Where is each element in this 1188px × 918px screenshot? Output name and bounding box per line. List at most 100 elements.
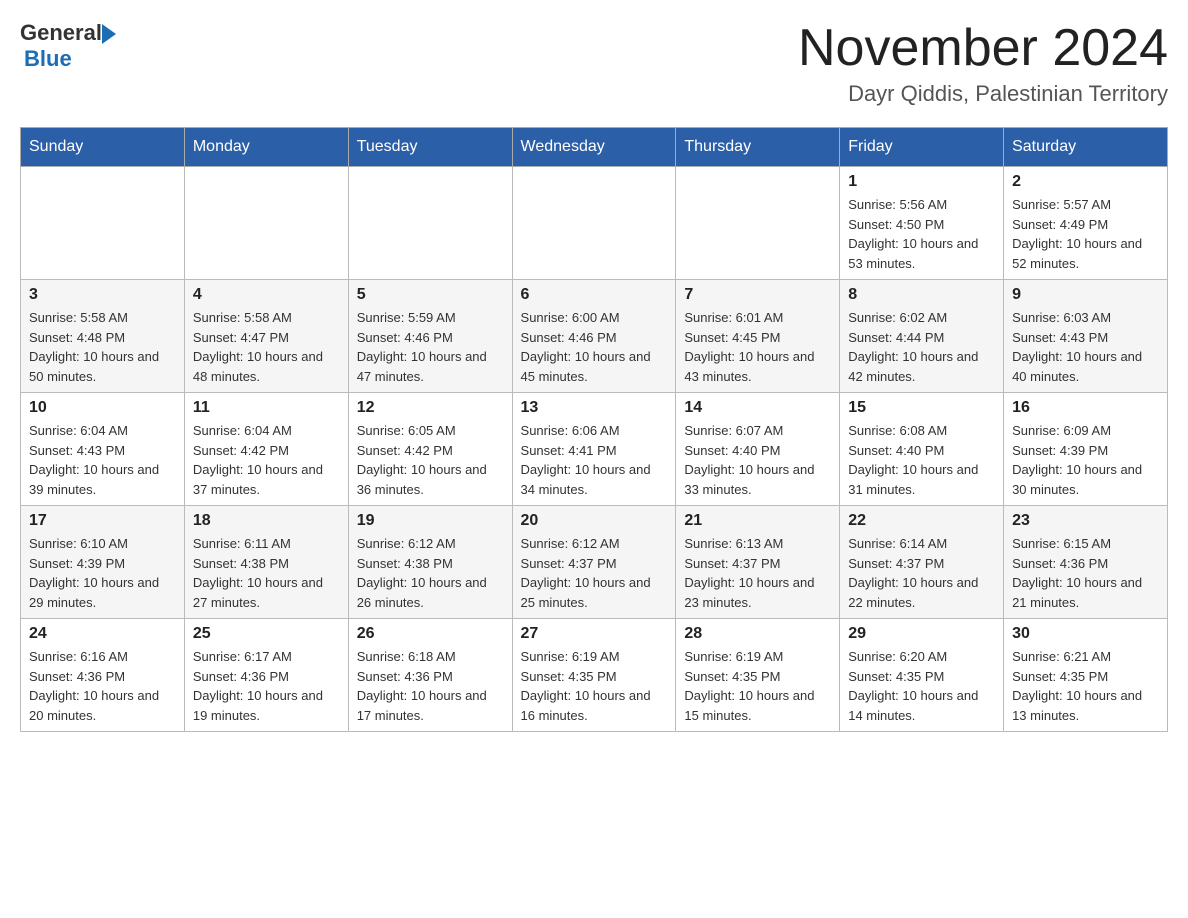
calendar-cell: 2 Sunrise: 5:57 AMSunset: 4:49 PMDaylight… [1004,167,1168,280]
calendar-cell: 9 Sunrise: 6:03 AMSunset: 4:43 PMDaylight… [1004,280,1168,393]
weekday-header-thursday: Thursday [676,128,840,167]
day-info: Sunrise: 6:12 AMSunset: 4:37 PMDaylight:… [521,534,668,612]
calendar-cell: 28Sunrise: 6:19 AMSunset: 4:35 PMDayligh… [676,619,840,732]
calendar-cell: 15Sunrise: 6:08 AMSunset: 4:40 PMDayligh… [840,393,1004,506]
day-number: 11 [193,399,340,417]
day-number: 25 [193,625,340,643]
calendar-cell: 6Sunrise: 6:00 AMSunset: 4:46 PMDaylight… [512,280,676,393]
day-number: 22 [848,512,995,530]
day-info: Sunrise: 6:00 AMSunset: 4:46 PMDaylight:… [521,308,668,386]
logo-general-text: General [20,20,102,46]
day-number: 19 [357,512,504,530]
day-info: Sunrise: 6:05 AMSunset: 4:42 PMDaylight:… [357,421,504,499]
day-number: 30 [1012,625,1159,643]
calendar-cell: 27Sunrise: 6:19 AMSunset: 4:35 PMDayligh… [512,619,676,732]
day-info: Sunrise: 6:04 AMSunset: 4:42 PMDaylight:… [193,421,340,499]
calendar-table: SundayMondayTuesdayWednesdayThursdayFrid… [20,127,1168,732]
calendar-cell: 21 Sunrise: 6:13 AMSunset: 4:37 PMDayligh… [676,506,840,619]
calendar-cell: 12 Sunrise: 6:05 AMSunset: 4:42 PMDayligh… [348,393,512,506]
calendar-cell: 19 Sunrise: 6:12 AMSunset: 4:38 PMDayligh… [348,506,512,619]
day-info: Sunrise: 5:56 AMSunset: 4:50 PMDaylight:… [848,195,995,273]
day-number: 13 [521,399,668,417]
day-number: 26 [357,625,504,643]
day-number: 21 [684,512,831,530]
day-number: 10 [29,399,176,417]
calendar-cell: 23 Sunrise: 6:15 AMSunset: 4:36 PMDayligh… [1004,506,1168,619]
calendar-cell: 26 Sunrise: 6:18 AMSunset: 4:36 PMDayligh… [348,619,512,732]
calendar-cell [676,167,840,280]
location-subtitle: Dayr Qiddis, Palestinian Territory [798,81,1168,107]
day-number: 9 [1012,286,1159,304]
logo-arrow-icon [102,24,116,44]
day-info: Sunrise: 6:10 AMSunset: 4:39 PMDaylight:… [29,534,176,612]
calendar-cell: 30 Sunrise: 6:21 AMSunset: 4:35 PMDayligh… [1004,619,1168,732]
day-number: 7 [684,286,831,304]
logo: General Blue [20,20,116,72]
day-number: 4 [193,286,340,304]
day-number: 18 [193,512,340,530]
day-info: Sunrise: 6:18 AMSunset: 4:36 PMDaylight:… [357,647,504,725]
calendar-week-row: 1Sunrise: 5:56 AMSunset: 4:50 PMDaylight… [21,167,1168,280]
calendar-cell: 14Sunrise: 6:07 AMSunset: 4:40 PMDayligh… [676,393,840,506]
day-info: Sunrise: 6:19 AMSunset: 4:35 PMDaylight:… [521,647,668,725]
calendar-cell: 1Sunrise: 5:56 AMSunset: 4:50 PMDaylight… [840,167,1004,280]
day-info: Sunrise: 6:02 AMSunset: 4:44 PMDaylight:… [848,308,995,386]
month-title: November 2024 [798,20,1168,77]
calendar-cell [348,167,512,280]
calendar-cell [512,167,676,280]
calendar-cell: 17Sunrise: 6:10 AMSunset: 4:39 PMDayligh… [21,506,185,619]
calendar-cell: 24Sunrise: 6:16 AMSunset: 4:36 PMDayligh… [21,619,185,732]
day-info: Sunrise: 5:58 AMSunset: 4:48 PMDaylight:… [29,308,176,386]
day-info: Sunrise: 6:03 AMSunset: 4:43 PMDaylight:… [1012,308,1159,386]
logo-blue-text: Blue [24,46,72,71]
weekday-header-saturday: Saturday [1004,128,1168,167]
calendar-cell: 7 Sunrise: 6:01 AMSunset: 4:45 PMDaylight… [676,280,840,393]
day-info: Sunrise: 5:57 AMSunset: 4:49 PMDaylight:… [1012,195,1159,273]
calendar-cell: 3 Sunrise: 5:58 AMSunset: 4:48 PMDaylight… [21,280,185,393]
calendar-week-row: 24Sunrise: 6:16 AMSunset: 4:36 PMDayligh… [21,619,1168,732]
calendar-cell: 22 Sunrise: 6:14 AMSunset: 4:37 PMDayligh… [840,506,1004,619]
calendar-cell [184,167,348,280]
day-number: 16 [1012,399,1159,417]
day-info: Sunrise: 6:16 AMSunset: 4:36 PMDaylight:… [29,647,176,725]
day-info: Sunrise: 6:21 AMSunset: 4:35 PMDaylight:… [1012,647,1159,725]
day-number: 3 [29,286,176,304]
title-section: November 2024 Dayr Qiddis, Palestinian T… [798,20,1168,107]
calendar-cell: 13 Sunrise: 6:06 AMSunset: 4:41 PMDayligh… [512,393,676,506]
day-info: Sunrise: 6:04 AMSunset: 4:43 PMDaylight:… [29,421,176,499]
day-info: Sunrise: 6:09 AMSunset: 4:39 PMDaylight:… [1012,421,1159,499]
day-info: Sunrise: 6:20 AMSunset: 4:35 PMDaylight:… [848,647,995,725]
day-info: Sunrise: 6:07 AMSunset: 4:40 PMDaylight:… [684,421,831,499]
day-info: Sunrise: 5:59 AMSunset: 4:46 PMDaylight:… [357,308,504,386]
calendar-cell: 11 Sunrise: 6:04 AMSunset: 4:42 PMDayligh… [184,393,348,506]
day-info: Sunrise: 5:58 AMSunset: 4:47 PMDaylight:… [193,308,340,386]
day-number: 20 [521,512,668,530]
day-info: Sunrise: 6:12 AMSunset: 4:38 PMDaylight:… [357,534,504,612]
day-number: 5 [357,286,504,304]
calendar-cell: 18 Sunrise: 6:11 AMSunset: 4:38 PMDayligh… [184,506,348,619]
day-number: 2 [1012,173,1159,191]
calendar-cell: 4 Sunrise: 5:58 AMSunset: 4:47 PMDaylight… [184,280,348,393]
day-info: Sunrise: 6:08 AMSunset: 4:40 PMDaylight:… [848,421,995,499]
day-info: Sunrise: 6:14 AMSunset: 4:37 PMDaylight:… [848,534,995,612]
day-number: 12 [357,399,504,417]
day-info: Sunrise: 6:11 AMSunset: 4:38 PMDaylight:… [193,534,340,612]
calendar-week-row: 17Sunrise: 6:10 AMSunset: 4:39 PMDayligh… [21,506,1168,619]
day-number: 29 [848,625,995,643]
page-header: General Blue November 2024 Dayr Qiddis, … [20,20,1168,107]
day-info: Sunrise: 6:01 AMSunset: 4:45 PMDaylight:… [684,308,831,386]
calendar-cell: 29 Sunrise: 6:20 AMSunset: 4:35 PMDayligh… [840,619,1004,732]
calendar-week-row: 3 Sunrise: 5:58 AMSunset: 4:48 PMDaylight… [21,280,1168,393]
day-info: Sunrise: 6:15 AMSunset: 4:36 PMDaylight:… [1012,534,1159,612]
day-info: Sunrise: 6:19 AMSunset: 4:35 PMDaylight:… [684,647,831,725]
weekday-header-friday: Friday [840,128,1004,167]
weekday-header-tuesday: Tuesday [348,128,512,167]
day-number: 23 [1012,512,1159,530]
day-info: Sunrise: 6:06 AMSunset: 4:41 PMDaylight:… [521,421,668,499]
calendar-cell: 20 Sunrise: 6:12 AMSunset: 4:37 PMDayligh… [512,506,676,619]
day-info: Sunrise: 6:17 AMSunset: 4:36 PMDaylight:… [193,647,340,725]
day-info: Sunrise: 6:13 AMSunset: 4:37 PMDaylight:… [684,534,831,612]
calendar-cell: 25 Sunrise: 6:17 AMSunset: 4:36 PMDayligh… [184,619,348,732]
day-number: 8 [848,286,995,304]
calendar-header-row: SundayMondayTuesdayWednesdayThursdayFrid… [21,128,1168,167]
